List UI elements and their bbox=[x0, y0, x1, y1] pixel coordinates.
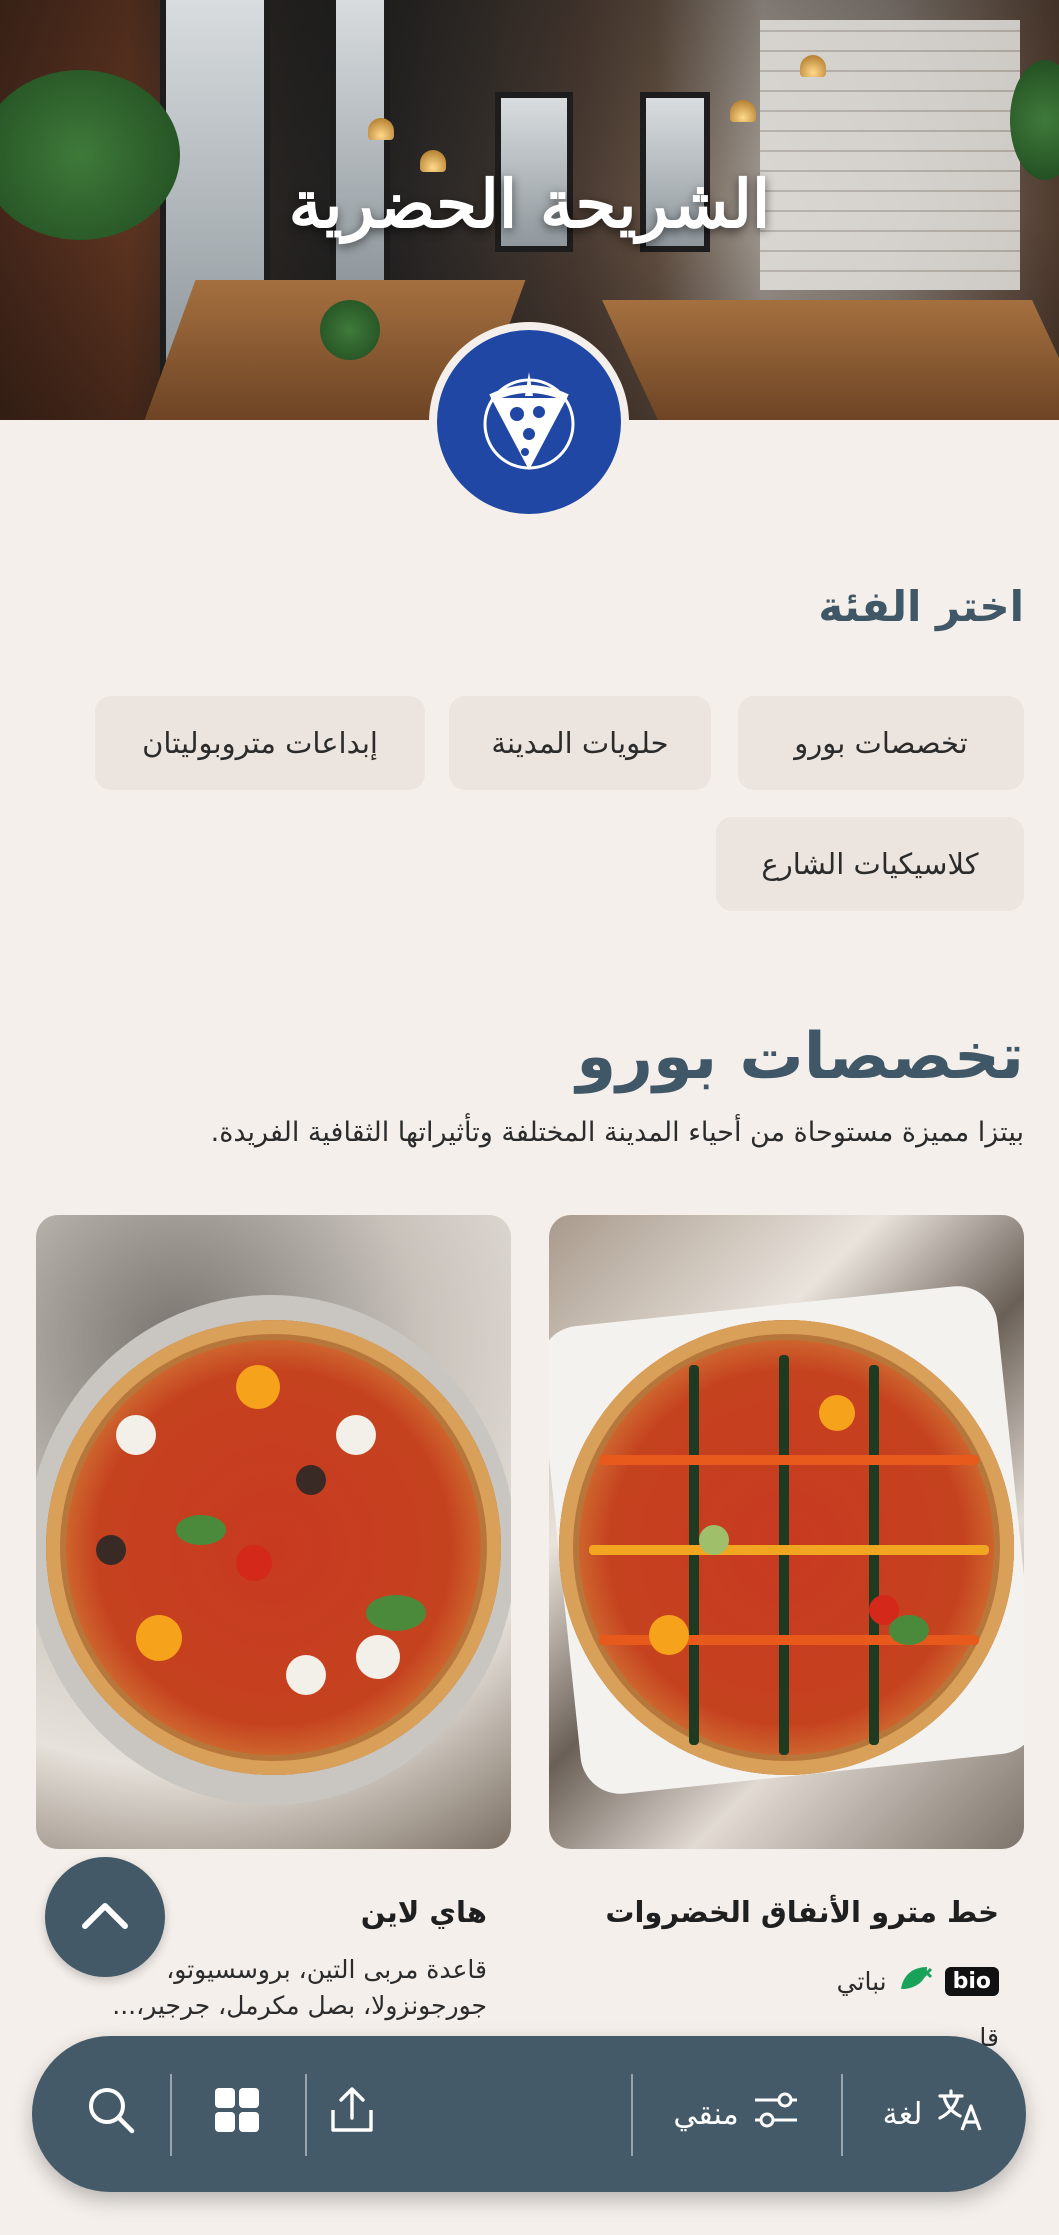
category-chip-desserts[interactable]: حلويات المدينة bbox=[449, 696, 711, 790]
share-upload-icon bbox=[329, 2086, 375, 2142]
chevron-up-icon bbox=[79, 1898, 131, 1936]
vegan-leaf-icon bbox=[897, 1963, 935, 1999]
filter-button[interactable]: منقي bbox=[631, 2036, 841, 2192]
hero-lamp bbox=[368, 118, 394, 140]
menu-page: الشريحة الحضرية اختر الفئة تخصصات بورو ح… bbox=[0, 0, 1059, 2235]
bio-badge: bio bbox=[944, 1966, 999, 1996]
section-title: تخصصات بورو bbox=[576, 1020, 1024, 1094]
filter-label: منقي bbox=[673, 2096, 739, 2132]
toolbar-divider bbox=[170, 2074, 172, 2156]
category-chip-label: تخصصات بورو bbox=[794, 726, 968, 760]
section-description: بيتزا مميزة مستوحاة من أحياء المدينة الم… bbox=[210, 1117, 1024, 1148]
product-name[interactable]: هاي لاين bbox=[361, 1895, 487, 1929]
vegan-tag-label: نباتي bbox=[836, 1966, 887, 1996]
pizza-slice-logo-icon bbox=[437, 330, 621, 514]
hero-tile-wall bbox=[760, 20, 1020, 290]
toolbar-divider bbox=[841, 2074, 843, 2156]
hero-plant bbox=[320, 300, 380, 360]
category-chip-street-classics[interactable]: كلاسيكيات الشارع bbox=[716, 817, 1024, 911]
search-button[interactable] bbox=[52, 2036, 170, 2192]
hero-window bbox=[330, 0, 390, 290]
category-heading: اختر الفئة bbox=[818, 582, 1024, 631]
product-name[interactable]: خط مترو الأنفاق الخضروات bbox=[605, 1895, 999, 1929]
category-chip-label: كلاسيكيات الشارع bbox=[761, 847, 979, 881]
filter-sliders-icon bbox=[753, 2090, 799, 2138]
bottom-toolbar: لغة منقي bbox=[32, 2036, 1026, 2192]
product-image-subway-veggie[interactable] bbox=[549, 1215, 1024, 1849]
hero-counter bbox=[602, 300, 1059, 420]
category-chip-boro[interactable]: تخصصات بورو bbox=[738, 696, 1024, 790]
grid-icon bbox=[213, 2086, 261, 2142]
category-chip-label: حلويات المدينة bbox=[491, 726, 669, 760]
scroll-top-button[interactable] bbox=[45, 1857, 165, 1977]
category-chip-label: إبداعات متروبوليتان bbox=[142, 726, 378, 760]
grid-view-button[interactable] bbox=[172, 2036, 302, 2192]
product-tags: bio نباتي bbox=[837, 1963, 999, 1999]
toolbar-divider bbox=[631, 2074, 633, 2156]
language-button[interactable]: لغة bbox=[841, 2036, 1026, 2192]
translate-icon bbox=[936, 2088, 984, 2140]
category-chip-metropolitan[interactable]: إبداعات متروبوليتان bbox=[95, 696, 425, 790]
product-image-high-line[interactable] bbox=[36, 1215, 511, 1849]
language-label: لغة bbox=[882, 2096, 923, 2132]
search-icon bbox=[86, 2085, 136, 2143]
hero-lamp bbox=[800, 55, 826, 77]
toolbar-divider bbox=[305, 2074, 307, 2156]
restaurant-title: الشريحة الحضرية bbox=[288, 165, 771, 243]
hero-lamp bbox=[730, 100, 756, 122]
